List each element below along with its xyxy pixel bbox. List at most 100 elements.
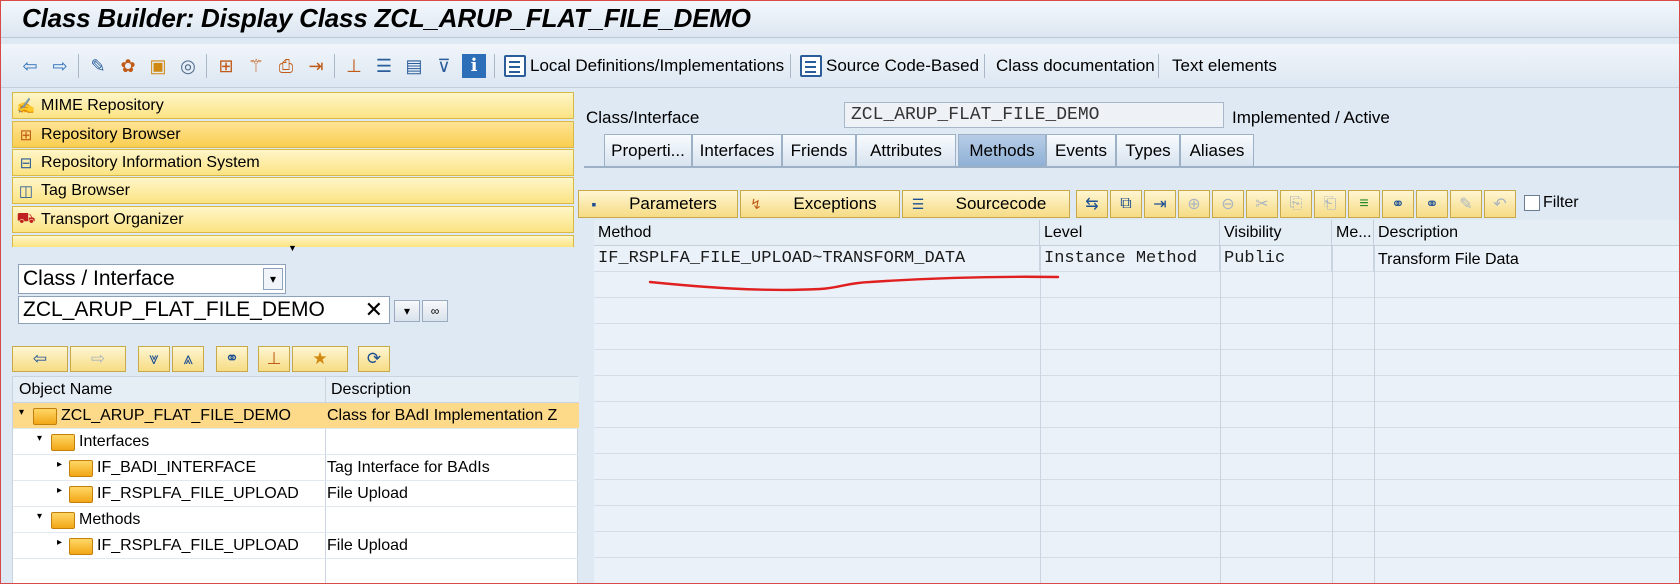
where-used-icon[interactable]: ◎ — [176, 54, 200, 78]
find-button[interactable]: ⚭ — [216, 346, 248, 372]
tree-row-methods[interactable]: ▾ Methods — [13, 507, 579, 533]
column-header-visibility[interactable]: Visibility — [1220, 220, 1332, 246]
table-icon[interactable]: ▤ — [402, 54, 426, 78]
dropdown-history-button[interactable]: ▾ — [394, 300, 420, 322]
local-definitions-button[interactable]: Local Definitions/Implementations — [504, 53, 784, 79]
filter-icon[interactable]: ⊽ — [432, 54, 456, 78]
table-row[interactable] — [594, 324, 1680, 350]
tab-events[interactable]: Events — [1046, 134, 1116, 166]
forward-icon[interactable]: ⇨ — [48, 54, 72, 78]
source-code-based-button[interactable]: Source Code-Based — [800, 53, 979, 79]
tree-row-class[interactable]: ▾ ZCL_ARUP_FLAT_FILE_DEMO Class for BAdI… — [13, 403, 579, 429]
table-row[interactable] — [594, 350, 1680, 376]
cut-button[interactable]: ✂ — [1246, 190, 1278, 218]
column-header-description[interactable]: Description — [1374, 220, 1680, 246]
tree-icon[interactable]: ⊥ — [342, 54, 366, 78]
back-icon[interactable]: ⇦ — [18, 54, 42, 78]
sourcecode-button[interactable]: ☰ Sourcecode — [902, 190, 1070, 218]
tab-properties[interactable]: Properti... — [604, 134, 692, 166]
checkbox-icon[interactable] — [1524, 195, 1540, 211]
object-type-select[interactable]: Class / Interface ▾ — [18, 264, 286, 294]
copy-button[interactable]: ⎘ — [1280, 190, 1312, 218]
tree-row-interfaces[interactable]: ▾ Interfaces — [13, 429, 579, 455]
level-cell[interactable]: Instance Method — [1040, 246, 1220, 272]
table-row[interactable] — [594, 558, 1680, 584]
chevron-down-icon[interactable]: ▾ — [263, 268, 283, 290]
tree-row-interface[interactable]: ▸ IF_RSPLFA_FILE_UPLOAD File Upload — [13, 481, 579, 507]
tree-row-interface[interactable]: ▸ IF_BADI_INTERFACE Tag Interface for BA… — [13, 455, 579, 481]
tree-row-method-group[interactable]: ▸ IF_RSPLFA_FILE_UPLOAD File Upload — [13, 533, 579, 559]
tab-interfaces[interactable]: Interfaces — [692, 134, 782, 166]
info-icon[interactable]: i — [462, 54, 486, 78]
nav-item-repository-information-system[interactable]: ⊟ Repository Information System — [12, 149, 574, 176]
favorites-button[interactable]: ★ — [292, 346, 348, 372]
modeled-cell[interactable] — [1332, 246, 1374, 272]
tab-friends[interactable]: Friends — [782, 134, 856, 166]
tab-aliases[interactable]: Aliases — [1180, 134, 1254, 166]
display-change-icon[interactable]: ✎ — [86, 54, 110, 78]
method-cell[interactable]: IF_RSPLFA_FILE_UPLOAD~TRANSFORM_DATA — [594, 246, 1040, 272]
wand-icon[interactable]: ⚚ — [244, 54, 268, 78]
tree-back-button[interactable]: ⇦ — [12, 346, 68, 372]
class-interface-field[interactable]: ZCL_ARUP_FLAT_FILE_DEMO — [844, 102, 1224, 128]
exceptions-button[interactable]: ↯ Exceptions — [740, 190, 900, 218]
active-inactive-icon[interactable]: ✿ — [116, 54, 140, 78]
class-documentation-button[interactable]: Class documentation — [996, 53, 1155, 79]
table-row[interactable] — [594, 272, 1680, 298]
parameters-button[interactable]: ▪ Parameters — [578, 190, 738, 218]
column-header-method[interactable]: Method — [594, 220, 1040, 246]
table-row[interactable] — [594, 298, 1680, 324]
description-cell[interactable]: Transform File Data — [1374, 246, 1680, 272]
tab-types[interactable]: Types — [1116, 134, 1180, 166]
edit-button[interactable]: ✎ — [1450, 190, 1482, 218]
collapse-triangle-icon[interactable]: ▸ — [57, 459, 62, 470]
refresh-button[interactable]: ⟳ — [358, 346, 390, 372]
visibility-cell[interactable]: Public — [1220, 246, 1332, 272]
pane-resize-arrow-icon[interactable]: ▼ — [288, 243, 297, 253]
insert-row-button[interactable]: ⊕ — [1178, 190, 1210, 218]
tab-methods[interactable]: Methods — [958, 134, 1046, 166]
find-next-button[interactable]: ⚭ — [1416, 190, 1448, 218]
table-row[interactable] — [594, 402, 1680, 428]
hierarchy-icon[interactable]: ⊞ — [214, 54, 238, 78]
detail-view-button[interactable]: ⇆ — [1076, 190, 1108, 218]
table-row[interactable] — [594, 532, 1680, 558]
delete-row-button[interactable]: ⊖ — [1212, 190, 1244, 218]
expand-all-button[interactable]: ⩔ — [138, 346, 170, 372]
copy-object-button[interactable]: ⧉ — [1110, 190, 1142, 218]
clear-icon[interactable]: ✕ — [365, 297, 383, 323]
nav-item-transport-organizer[interactable]: ⛟ Transport Organizer — [12, 206, 574, 233]
nav-item-tag-browser[interactable]: ◫ Tag Browser — [12, 177, 574, 204]
object-name-input[interactable]: ZCL_ARUP_FLAT_FILE_DEMO ✕ — [18, 296, 390, 324]
table-row[interactable] — [594, 428, 1680, 454]
expand-triangle-icon[interactable]: ▾ — [37, 433, 42, 444]
hierarchy-button[interactable]: ⊥ — [258, 346, 290, 372]
table-row[interactable]: IF_RSPLFA_FILE_UPLOAD~TRANSFORM_DATA Ins… — [594, 246, 1680, 272]
collapse-all-button[interactable]: ⩓ — [172, 346, 204, 372]
display-object-button[interactable]: ∞ — [422, 300, 448, 322]
collapse-triangle-icon[interactable]: ▸ — [57, 485, 62, 496]
print-icon[interactable]: ⎙ — [274, 54, 298, 78]
tab-attributes[interactable]: Attributes — [856, 134, 956, 166]
table-row[interactable] — [594, 506, 1680, 532]
sort-button[interactable]: ≡ — [1348, 190, 1380, 218]
other-object-icon[interactable]: ▣ — [146, 54, 170, 78]
object-list-icon[interactable]: ☰ — [372, 54, 396, 78]
tree-forward-button[interactable]: ⇨ — [70, 346, 126, 372]
export-icon[interactable]: ⇥ — [304, 54, 328, 78]
expand-triangle-icon[interactable]: ▾ — [37, 511, 42, 522]
paste-button[interactable]: ⎗ — [1314, 190, 1346, 218]
redefine-button[interactable]: ⇥ — [1144, 190, 1176, 218]
undo-button[interactable]: ↶ — [1484, 190, 1516, 218]
collapse-triangle-icon[interactable]: ▸ — [57, 537, 62, 548]
column-header-modeled[interactable]: Me... — [1332, 220, 1374, 246]
nav-item-repository-browser[interactable]: ⊞ Repository Browser — [12, 121, 574, 148]
table-row[interactable] — [594, 376, 1680, 402]
nav-item-mime-repository[interactable]: ✍ MIME Repository — [12, 92, 574, 119]
find-button[interactable]: ⚭ — [1382, 190, 1414, 218]
column-header-level[interactable]: Level — [1040, 220, 1220, 246]
text-elements-button[interactable]: Text elements — [1172, 53, 1277, 79]
expand-triangle-icon[interactable]: ▾ — [19, 407, 24, 418]
filter-checkbox[interactable]: Filter — [1524, 194, 1579, 212]
table-row[interactable] — [594, 454, 1680, 480]
